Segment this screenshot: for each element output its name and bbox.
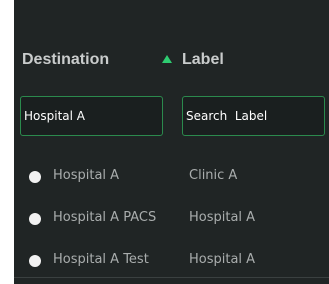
label-cell: Hospital A [189, 252, 256, 267]
sort-ascending-icon[interactable] [162, 55, 172, 63]
table-row[interactable]: Hospital A Clinic A [14, 163, 329, 197]
table-row[interactable]: Hospital A PACS Hospital A [14, 205, 329, 239]
row-radio-button[interactable] [29, 171, 41, 183]
row-divider [14, 277, 329, 278]
destination-filter-input[interactable] [20, 96, 163, 136]
destination-cell: Hospital A PACS [53, 210, 157, 225]
destination-column-header[interactable]: Destination [22, 51, 109, 69]
label-cell: Clinic A [189, 168, 238, 183]
table-row[interactable]: Hospital A Test Hospital A [14, 247, 329, 281]
label-column-header[interactable]: Label [182, 51, 224, 69]
destination-cell: Hospital A Test [53, 252, 149, 267]
destination-cell: Hospital A [53, 168, 120, 183]
row-radio-button[interactable] [29, 255, 41, 267]
label-cell: Hospital A [189, 210, 256, 225]
label-search-input[interactable] [182, 96, 325, 136]
row-radio-button[interactable] [29, 213, 41, 225]
destination-table-panel [14, 0, 329, 284]
